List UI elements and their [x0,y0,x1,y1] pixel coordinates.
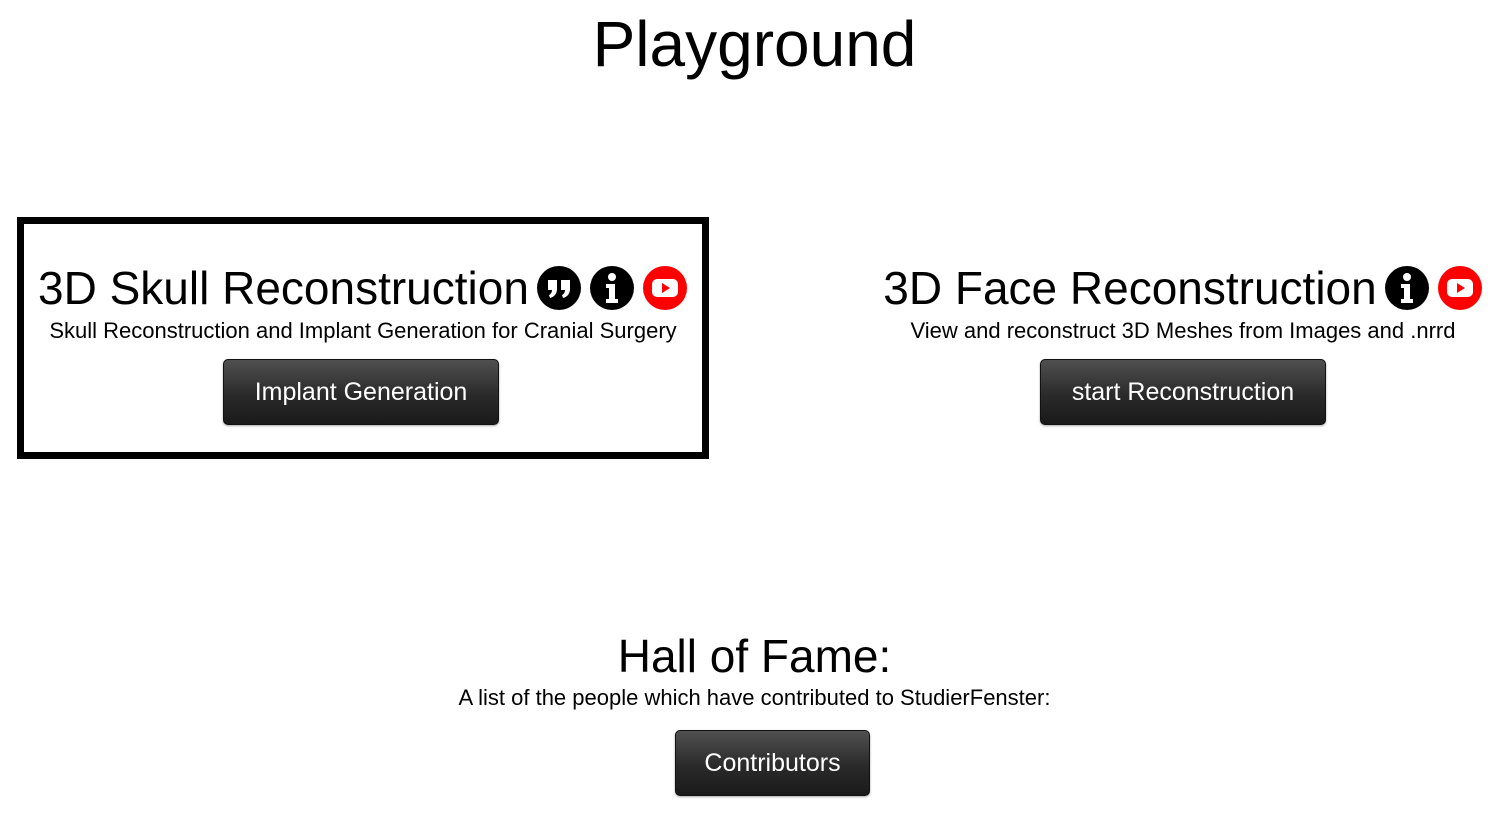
skull-card-description: Skull Reconstruction and Implant Generat… [49,318,677,343]
start-reconstruction-button[interactable]: start Reconstruction [1040,359,1326,425]
implant-generation-button[interactable]: Implant Generation [223,359,499,425]
skull-card-title-row: 3D Skull Reconstruction [24,260,702,316]
face-reconstruction-card: 3D Face Reconstruction View and reconstr… [862,217,1504,459]
youtube-icon[interactable] [1437,265,1483,311]
face-card-title: 3D Face Reconstruction [883,262,1377,314]
page-title: Playground [592,8,917,80]
hall-of-fame-title: Hall of Fame: [617,630,892,682]
hall-of-fame-description: A list of the people which have contribu… [458,685,1051,710]
quote-icon[interactable] [536,265,582,311]
skull-reconstruction-card: 3D Skull Reconstruction Skull Reconstruc… [17,217,709,459]
youtube-icon[interactable] [642,265,688,311]
face-card-title-row: 3D Face Reconstruction [862,260,1504,316]
face-card-description: View and reconstruct 3D Meshes from Imag… [910,318,1456,343]
hall-of-fame-section: Hall of Fame: A list of the people which… [0,628,1509,796]
info-icon[interactable] [589,265,635,311]
info-icon[interactable] [1384,265,1430,311]
contributors-button[interactable]: Contributors [675,730,870,796]
skull-card-title: 3D Skull Reconstruction [38,262,529,314]
